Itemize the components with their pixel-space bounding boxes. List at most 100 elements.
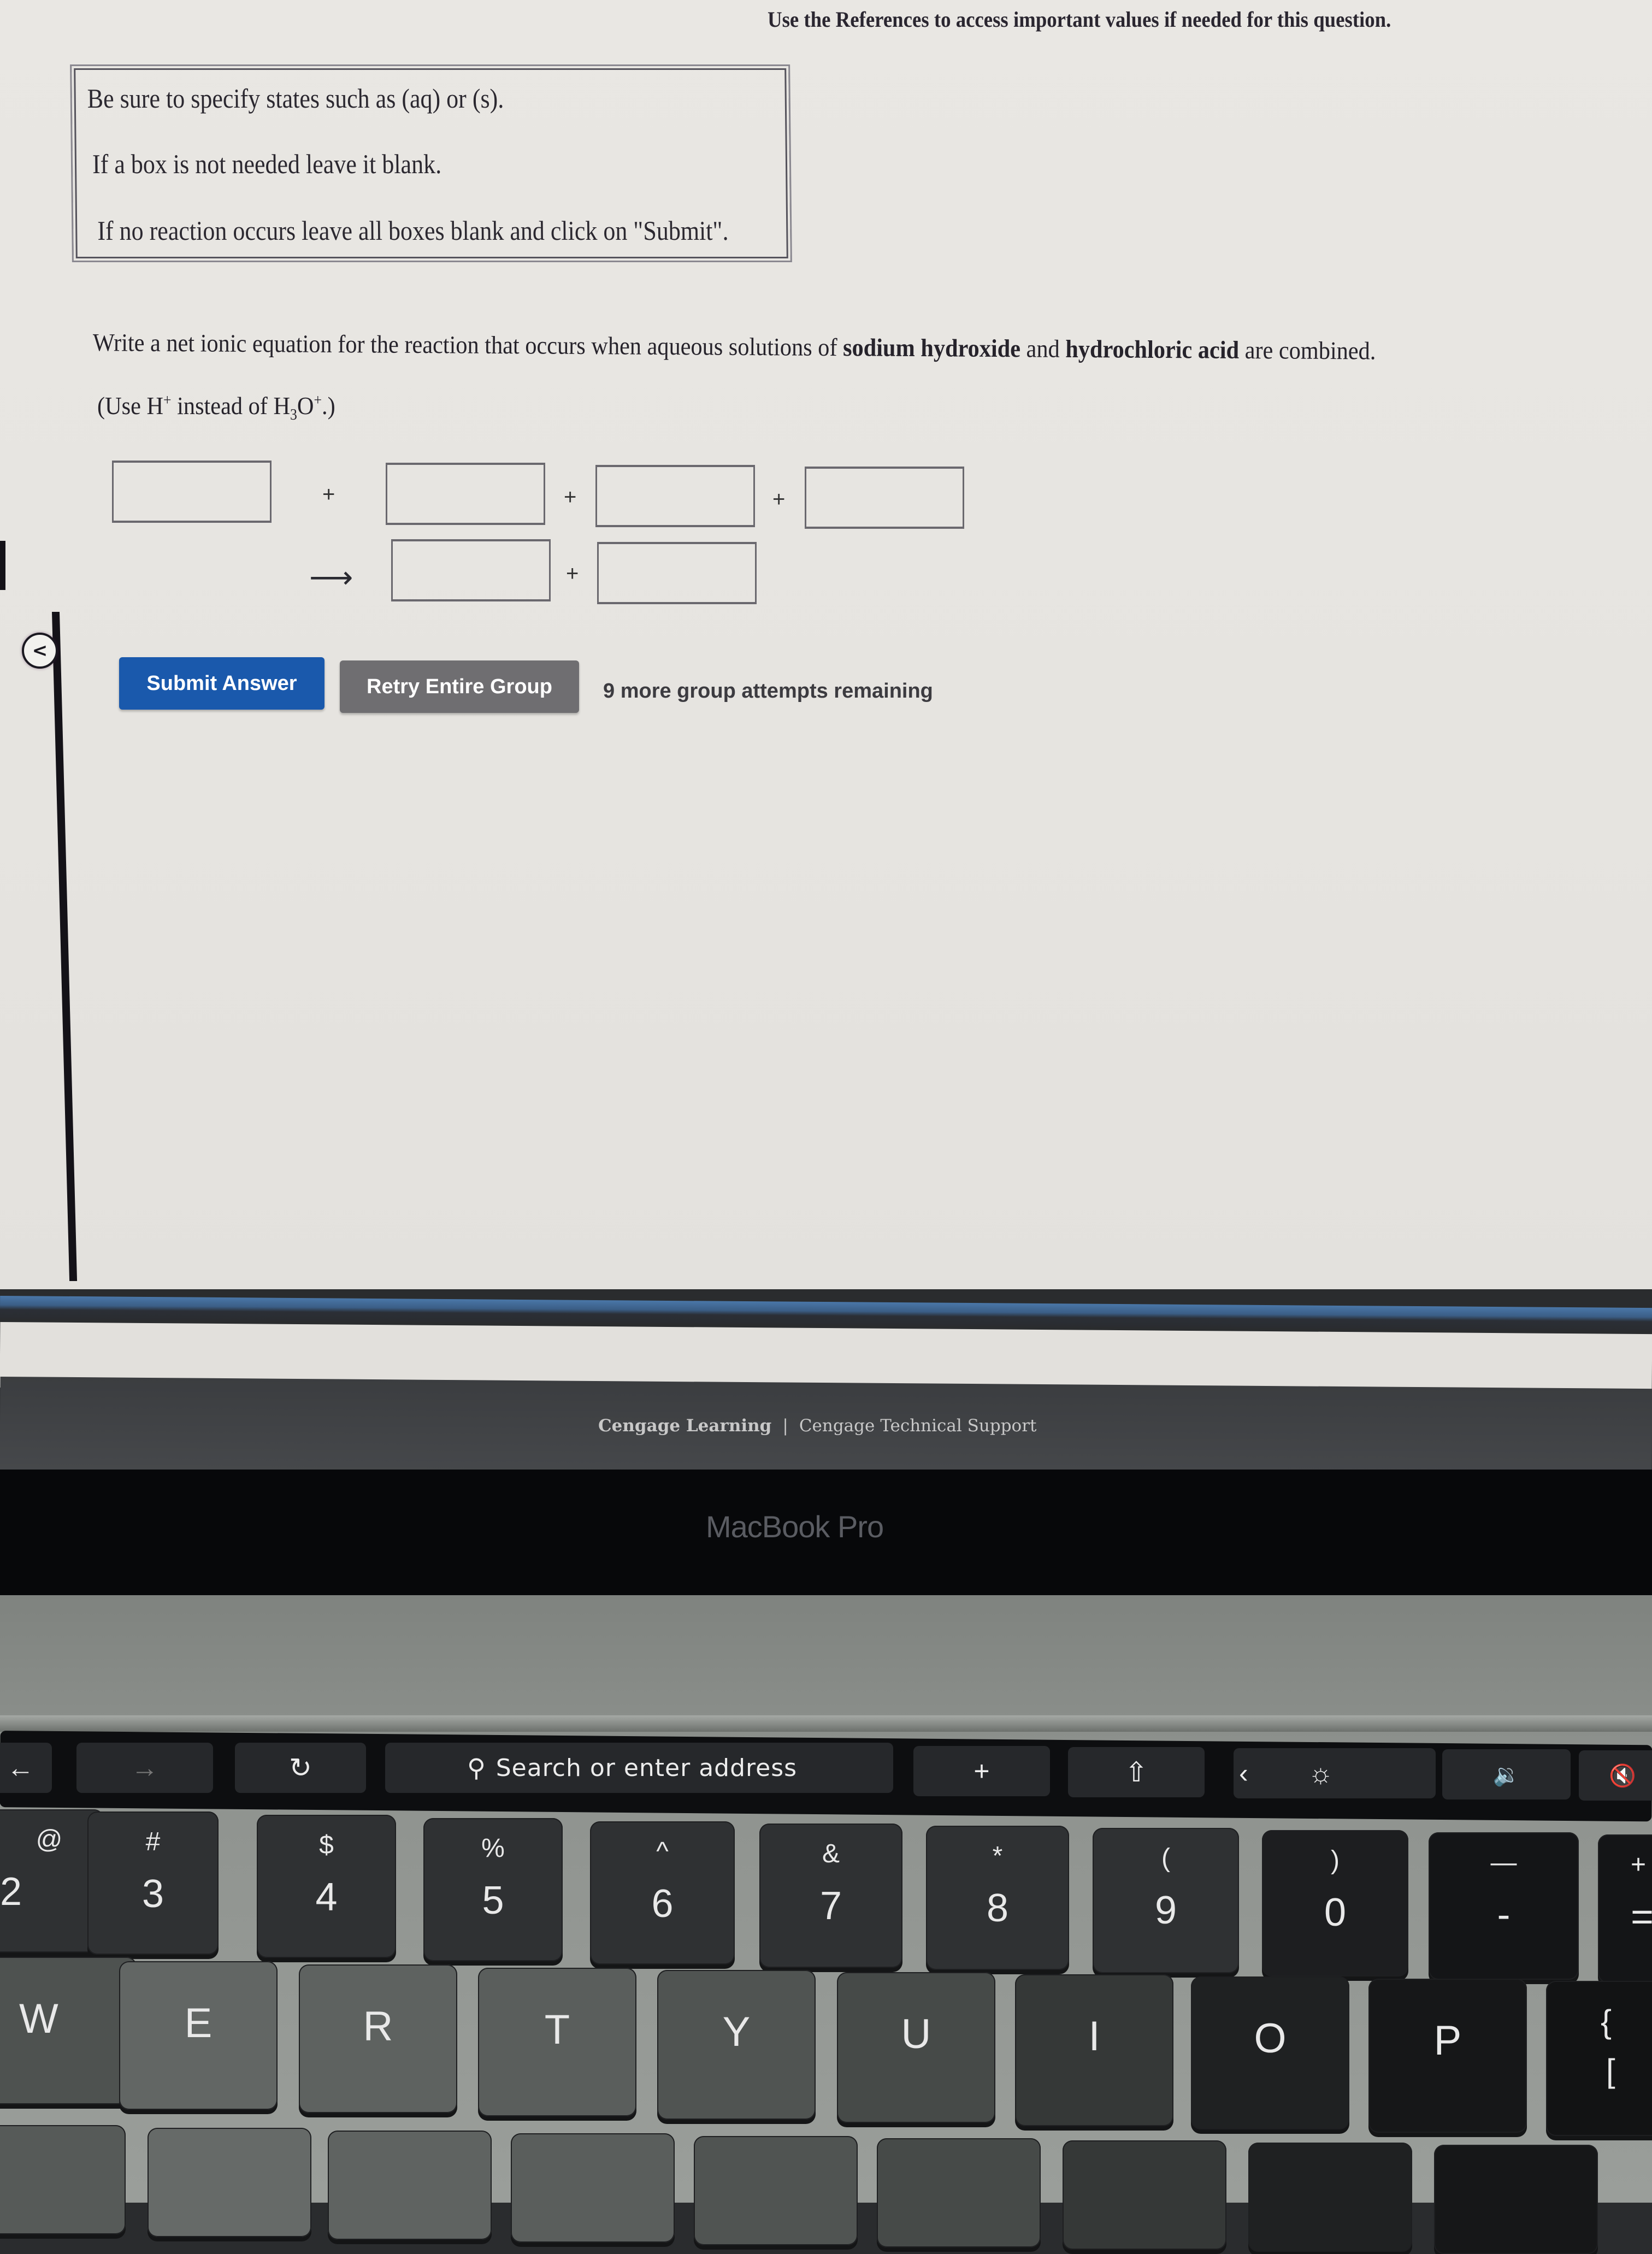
key-f[interactable]	[328, 2131, 492, 2240]
key-shift-symbol: {	[1601, 2003, 1612, 2040]
question-middle: and	[1020, 334, 1066, 363]
key-semicolon[interactable]	[1434, 2145, 1598, 2254]
footer-separator: |	[782, 1416, 788, 1436]
key-8[interactable]: * 8	[926, 1826, 1069, 1970]
key-letter: T	[544, 2007, 570, 2053]
search-placeholder: Search or enter address	[495, 1754, 798, 1782]
reactant-box-1[interactable]	[112, 461, 272, 523]
instruction-blank-box: If a box is not needed leave it blank.	[92, 149, 442, 179]
key-letter: E	[184, 2000, 213, 2046]
key-digit: 0	[1324, 1891, 1347, 1934]
product-box-2[interactable]	[597, 542, 757, 604]
key-0[interactable]: ) 0	[1262, 1830, 1408, 1976]
mute-icon: 🔇	[1609, 1763, 1636, 1788]
key-letter: I	[1088, 2013, 1100, 2060]
attempts-remaining: 9 more group attempts remaining	[603, 680, 933, 703]
key-5[interactable]: % 5	[423, 1818, 563, 1961]
arrow-left-icon: ←	[7, 1753, 34, 1783]
cengage-learning-link[interactable]: Cengage Learning	[598, 1416, 771, 1436]
key-4[interactable]: $4	[257, 1815, 396, 1958]
instruction-no-reaction: If no reaction occurs leave all boxes bl…	[97, 215, 729, 246]
search-icon: ⚲	[467, 1753, 486, 1783]
key-h[interactable]	[694, 2136, 858, 2245]
key-7[interactable]: & 7	[759, 1824, 902, 1968]
touchbar-share-button[interactable]: ⇧	[1068, 1747, 1205, 1797]
key-shift-symbol: —	[1490, 1848, 1517, 1877]
chevron-left-icon: <	[32, 640, 48, 662]
key-letter: Y	[722, 2009, 751, 2055]
key-w[interactable]: W	[0, 1957, 137, 2104]
key-3[interactable]: #3	[87, 1812, 219, 1955]
key-letter: P	[1433, 2017, 1462, 2064]
key-u[interactable]: U	[837, 1972, 995, 2123]
share-icon: ⇧	[1125, 1757, 1148, 1787]
touchbar-back-button[interactable]: ←	[0, 1743, 52, 1793]
plus-sign: +	[564, 485, 577, 509]
macbook-pro-label: MacBook Pro	[706, 1509, 884, 1544]
key-s[interactable]	[0, 2125, 126, 2234]
hint-open: (Use H	[97, 392, 164, 420]
key-digit: =	[1631, 1895, 1652, 1939]
key-letter: R	[363, 2003, 393, 2050]
key-p[interactable]: P	[1368, 1979, 1527, 2133]
panel-edge	[0, 541, 5, 590]
hint-sub-3: 3	[290, 406, 297, 424]
key-l[interactable]	[1248, 2143, 1412, 2252]
hint-close: .)	[322, 392, 335, 420]
key-6[interactable]: ^ 6	[590, 1821, 735, 1964]
key-letter: O	[1254, 2015, 1287, 2062]
key-9[interactable]: (9	[1093, 1828, 1239, 1973]
key-i[interactable]: I	[1015, 1974, 1173, 2126]
question-suffix: are combined.	[1238, 335, 1376, 365]
key-e[interactable]: E	[119, 1961, 278, 2110]
key-equals[interactable]: + =	[1598, 1834, 1652, 1983]
touchbar-control-strip[interactable]: ‹ ☼	[1234, 1748, 1436, 1798]
key-digit: -	[1497, 1893, 1511, 1937]
key-digit: [	[1606, 2052, 1615, 2089]
key-g[interactable]	[511, 2133, 675, 2243]
reload-icon: ↻	[289, 1753, 312, 1783]
hint-sup-h3o: +	[314, 392, 322, 409]
key-r[interactable]: R	[299, 1964, 457, 2113]
cengage-technical-support-link[interactable]: Cengage Technical Support	[799, 1416, 1037, 1436]
plus-icon: +	[974, 1756, 990, 1786]
touchbar-reload-button[interactable]: ↻	[235, 1743, 366, 1793]
key-d[interactable]	[148, 2128, 311, 2237]
hint-o: O	[297, 392, 314, 420]
touchbar-mute-button[interactable]: 🔇	[1579, 1750, 1652, 1801]
question-prefix: Write a net ionic equation for the react…	[92, 328, 843, 362]
reactant-box-3[interactable]	[595, 465, 755, 527]
touchbar-volume-button[interactable]: 🔉	[1442, 1749, 1571, 1799]
collapse-panel-button[interactable]: <	[22, 633, 58, 669]
reactant-box-2[interactable]	[386, 463, 545, 525]
key-left-bracket[interactable]: {[	[1546, 1981, 1652, 2136]
brightness-icon: ☼	[1308, 1758, 1334, 1789]
touchbar-search-field[interactable]: ⚲ Search or enter address	[385, 1743, 893, 1793]
hint-sup-h: +	[163, 392, 172, 409]
hint-mid: instead of H	[171, 392, 291, 420]
key-minus[interactable]: — -	[1429, 1832, 1579, 1980]
reactant-sodium-hydroxide: sodium hydroxide	[842, 333, 1021, 363]
touchbar-new-tab-button[interactable]: +	[913, 1746, 1050, 1796]
key-shift-symbol: ^	[656, 1837, 669, 1866]
plus-sign: +	[772, 487, 786, 511]
key-letter: U	[901, 2011, 931, 2057]
references-note: Use the References to access important v…	[768, 7, 1391, 32]
reactant-box-4[interactable]	[805, 467, 964, 529]
key-shift-symbol: *	[992, 1842, 1003, 1871]
key-o[interactable]: O	[1191, 1976, 1349, 2129]
key-shift-symbol: +	[1631, 1850, 1647, 1879]
key-t[interactable]: T	[478, 1968, 636, 2116]
chevron-left-icon: ‹	[1239, 1758, 1248, 1789]
key-k[interactable]	[1063, 2140, 1226, 2250]
touchbar-forward-button[interactable]: →	[76, 1743, 213, 1793]
submit-answer-button[interactable]: Submit Answer	[119, 657, 324, 710]
retry-entire-group-button[interactable]: Retry Entire Group	[340, 660, 579, 713]
footer-links: Cengage Learning | Cengage Technical Suppo…	[598, 1416, 1036, 1436]
key-j[interactable]	[877, 2138, 1041, 2247]
key-digit: 3	[141, 1872, 164, 1916]
key-y[interactable]: Y	[657, 1970, 816, 2120]
key-shift-symbol: &	[822, 1839, 840, 1868]
key-digit: 5	[482, 1879, 504, 1922]
product-box-1[interactable]	[391, 539, 551, 601]
